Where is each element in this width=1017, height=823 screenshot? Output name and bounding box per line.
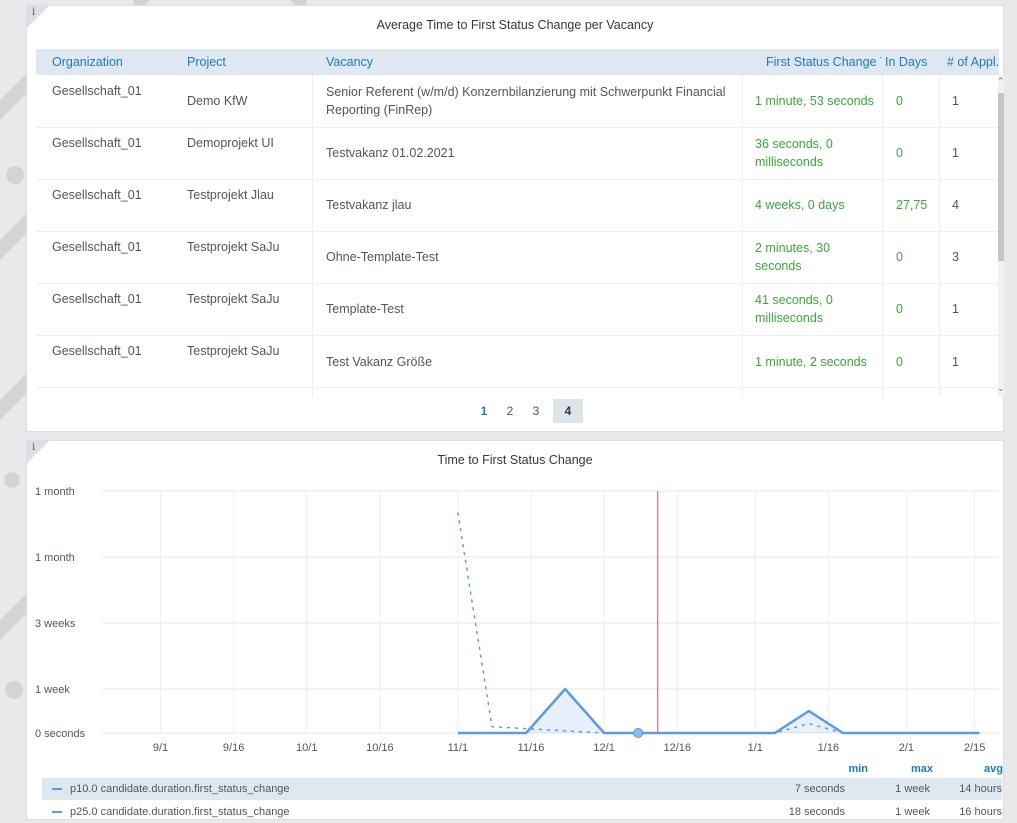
x-tick-label: 9/16: [223, 742, 244, 754]
legend-item[interactable]: p10.0 candidate.duration.first_status_ch…: [42, 778, 1002, 800]
legend-min-value: 7 seconds: [794, 783, 845, 795]
panel-title: Average Time to First Status Change per …: [376, 18, 654, 32]
data-point-marker: [633, 728, 644, 738]
legend-max-value: 1 week: [895, 806, 930, 818]
legend-swatch: [52, 811, 62, 813]
cell-first-status-change: 36 seconds, 0 milliseconds: [755, 137, 833, 169]
column-header-num-applications[interactable]: # of Appl.: [947, 55, 999, 69]
x-tick-label: 1/16: [818, 742, 839, 754]
cell-organization: Gesellschaft_01: [52, 84, 142, 98]
cell-in-days: 0: [896, 302, 903, 316]
scroll-down-arrow-icon[interactable]: ⌄: [997, 383, 1005, 394]
legend-swatch: [52, 788, 62, 790]
x-tick-label: 9/1: [153, 742, 168, 754]
table-row[interactable]: Gesellschaft_01 Testprojekt SaJu Ohne-Te…: [36, 231, 999, 284]
column-header-organization[interactable]: Organization: [52, 55, 123, 69]
legend-series-name: p25.0 candidate.duration.first_status_ch…: [70, 806, 290, 818]
cell-vacancy: Ohne-Template-Test: [326, 250, 439, 264]
x-tick-label: 2/1: [899, 742, 914, 754]
page-button-3[interactable]: 3: [521, 399, 551, 423]
cell-organization: Gesellschaft_01: [52, 292, 142, 306]
cell-in-days: 0: [896, 146, 903, 160]
y-tick-label: 1 week: [35, 684, 70, 696]
series-area-p10: [457, 689, 980, 733]
y-tick-label: 1 month: [35, 486, 75, 498]
status-change-chart-panel: i Time to First Status Change 0 seconds 1…: [26, 440, 1004, 820]
cell-applications: 1: [952, 355, 959, 369]
x-tick-label: 2/15: [964, 742, 985, 754]
cell-first-status-change: 1 minute, 53 seconds: [755, 94, 874, 108]
legend-min-value: 18 seconds: [788, 806, 845, 818]
legend-series-name: p10.0 candidate.duration.first_status_ch…: [70, 783, 290, 795]
cell-organization: Gesellschaft_01: [52, 136, 142, 150]
cell-project: Testprojekt SaJu: [187, 292, 280, 306]
x-tick-label: 12/16: [663, 742, 691, 754]
cell-in-days: 27,75: [896, 198, 928, 212]
y-tick-label: 0 seconds: [35, 728, 86, 740]
cell-organization: Gesellschaft_01: [52, 240, 142, 254]
table-header: Organization Project Vacancy First Statu…: [36, 49, 999, 75]
table-row[interactable]: Gesellschaft_01 Testprojekt Jlau Testvak…: [36, 179, 999, 232]
table-row[interactable]: Gesellschaft_01 Demo KfW Senior Referent…: [36, 75, 999, 128]
cell-first-status-change: 41 seconds, 0 milliseconds: [755, 293, 833, 325]
legend-header-avg[interactable]: avg: [984, 763, 1003, 775]
y-tick-label: 1 month: [35, 552, 75, 564]
cell-first-status-change: 1 minute, 2 seconds: [755, 355, 867, 369]
cell-project: Demo KfW: [187, 94, 248, 108]
table-row[interactable]: Gesellschaft_01 Testprojekt SaJu Test Va…: [36, 335, 999, 388]
cell-in-days: 0: [896, 250, 903, 264]
table-scrollbar-thumb[interactable]: [998, 93, 1004, 261]
cell-organization: Gesellschaft_01: [52, 344, 142, 358]
cell-in-days: 0: [896, 94, 903, 108]
legend-avg-value: 16 hours: [959, 806, 1002, 818]
cell-in-days: 0: [896, 355, 903, 369]
cell-applications: 1: [952, 146, 959, 160]
cell-vacancy: Testvakanz jlau: [326, 198, 412, 212]
y-tick-label: 3 weeks: [35, 618, 76, 630]
x-tick-label: 10/16: [366, 742, 394, 754]
x-tick-label: 11/1: [448, 742, 469, 754]
cell-vacancy: Testvakanz 01.02.2021: [326, 146, 455, 160]
cell-vacancy: Senior Referent (w/m/d) Konzernbilanzier…: [326, 85, 726, 117]
cell-first-status-change: 4 weeks, 0 days: [755, 198, 845, 212]
table-row[interactable]: Gesellschaft_01 Testprojekt SaJu Templat…: [36, 283, 999, 336]
x-tick-label: 12/1: [593, 742, 614, 754]
cell-applications: 3: [952, 250, 959, 264]
vacancy-table-panel: i Average Time to First Status Change pe…: [26, 5, 1005, 432]
column-header-project[interactable]: Project: [187, 55, 226, 69]
legend-header-max[interactable]: max: [911, 763, 933, 775]
cell-vacancy: Test Vakanz Größe: [326, 355, 433, 369]
scroll-up-arrow-icon[interactable]: ⌃: [997, 76, 1005, 87]
column-header-in-days[interactable]: In Days: [881, 55, 928, 69]
cell-project: Testprojekt SaJu: [187, 240, 280, 254]
x-tick-label: 1/1: [748, 742, 763, 754]
x-tick-label: 11/16: [518, 742, 545, 754]
table-body: Gesellschaft_01 Demo KfW Senior Referent…: [36, 75, 999, 397]
legend-header-min[interactable]: min: [848, 763, 868, 775]
info-icon[interactable]: i: [32, 7, 35, 18]
legend-item[interactable]: p25.0 candidate.duration.first_status_ch…: [42, 801, 1002, 823]
x-tick-label: 10/1: [296, 742, 317, 754]
cell-vacancy: Template-Test: [326, 302, 404, 316]
legend-avg-value: 14 hours: [959, 783, 1002, 795]
cell-applications: 1: [952, 302, 959, 316]
cell-first-status-change: 2 minutes, 30 seconds: [755, 241, 831, 273]
column-header-vacancy[interactable]: Vacancy: [326, 55, 373, 69]
table-row[interactable]: Gesellschaft_01 Demoprojekt UI Testvakan…: [36, 127, 999, 180]
cell-organization: Gesellschaft_01: [52, 188, 142, 202]
cell-applications: 4: [952, 198, 959, 212]
cell-project: Testprojekt Jlau: [187, 188, 274, 202]
cell-project: Testprojekt SaJu: [187, 344, 280, 358]
cell-project: Demoprojekt UI: [187, 136, 274, 150]
line-chart[interactable]: 0 seconds 1 week 3 weeks 1 month 1 month 9/1 9…: [27, 441, 1003, 759]
cell-applications: 1: [952, 94, 959, 108]
page-button-4[interactable]: 4: [553, 399, 583, 423]
legend-max-value: 1 week: [895, 783, 930, 795]
